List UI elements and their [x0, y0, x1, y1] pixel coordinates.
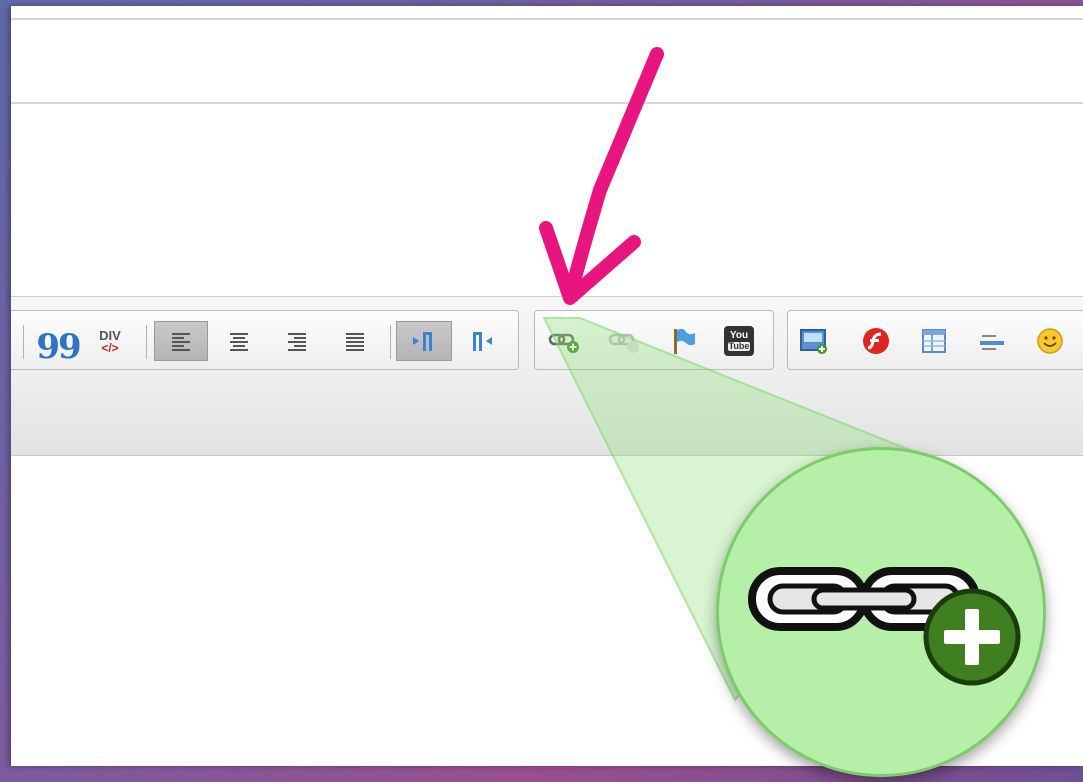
align-right-button[interactable] [270, 321, 324, 361]
unlink-button[interactable] [603, 321, 647, 361]
align-justify-icon [346, 333, 364, 351]
horizontal-rule-icon [980, 335, 1004, 350]
toolbar-separator [23, 325, 24, 359]
text-direction-rtl-button[interactable] [458, 321, 506, 361]
flash-button[interactable] [854, 321, 898, 361]
unlink-icon [608, 333, 639, 353]
anchor-button[interactable] [661, 321, 705, 361]
table-button[interactable] [912, 321, 956, 361]
anchor-flag-icon [674, 328, 695, 354]
link-button[interactable] [543, 321, 587, 361]
youtube-label-top: You [729, 330, 749, 341]
toolbar-separator [146, 325, 147, 359]
insert-image-icon [800, 329, 827, 354]
div-tag-label: </> [101, 340, 119, 355]
toolbar-group-links: You Tube [534, 310, 774, 370]
link-icon [548, 333, 579, 353]
toolbar-group-format: 99 DIV </> [11, 310, 519, 370]
smiley-icon [1037, 328, 1063, 354]
horizontal-rule-button[interactable] [970, 321, 1014, 361]
align-justify-button[interactable] [328, 321, 382, 361]
toolbar-group-insert [787, 310, 1083, 370]
editor-toolbar: 99 DIV </> You Tube [11, 296, 1083, 456]
youtube-label-bottom: Tube [727, 341, 751, 351]
top-divider [11, 18, 1083, 20]
table-icon [922, 329, 946, 353]
align-left-icon [172, 333, 190, 351]
insert-image-button[interactable] [792, 321, 836, 361]
div-button[interactable]: DIV </> [88, 321, 132, 361]
text-direction-ltr-icon [413, 332, 432, 351]
align-left-button[interactable] [154, 321, 208, 361]
youtube-icon: You Tube [724, 326, 754, 356]
blockquote-button[interactable]: 99 [36, 321, 81, 367]
field-divider [11, 102, 1083, 104]
blockquote-icon: 99 [36, 327, 81, 367]
youtube-button[interactable]: You Tube [717, 321, 761, 361]
text-direction-rtl-icon [473, 332, 492, 351]
align-center-icon [230, 333, 248, 351]
flash-icon [863, 328, 889, 354]
smiley-button[interactable] [1028, 321, 1072, 361]
align-right-icon [288, 333, 306, 351]
div-container-icon: DIV </> [99, 329, 121, 354]
zoom-callout [716, 447, 1046, 777]
text-direction-ltr-button[interactable] [396, 321, 452, 361]
div-label: DIV [99, 327, 121, 343]
toolbar-separator [390, 325, 391, 359]
align-center-button[interactable] [212, 321, 266, 361]
link-add-icon [748, 567, 1021, 686]
